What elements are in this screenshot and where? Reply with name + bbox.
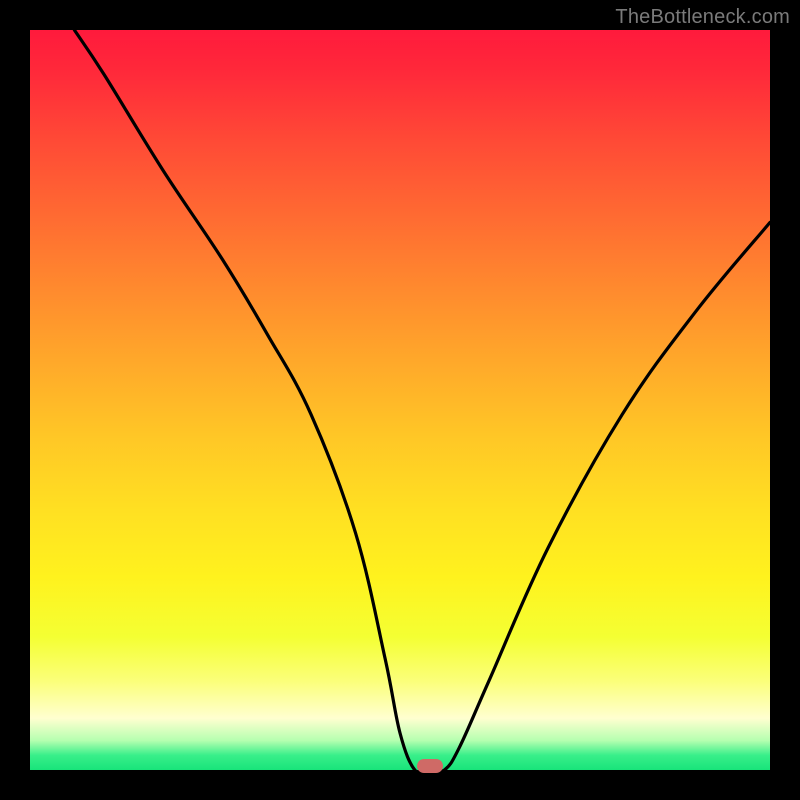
- watermark-text: TheBottleneck.com: [615, 6, 790, 29]
- bottleneck-curve: [30, 30, 770, 770]
- plot-area: [30, 30, 770, 770]
- optimum-marker: [417, 759, 443, 773]
- chart-frame: TheBottleneck.com: [0, 0, 800, 800]
